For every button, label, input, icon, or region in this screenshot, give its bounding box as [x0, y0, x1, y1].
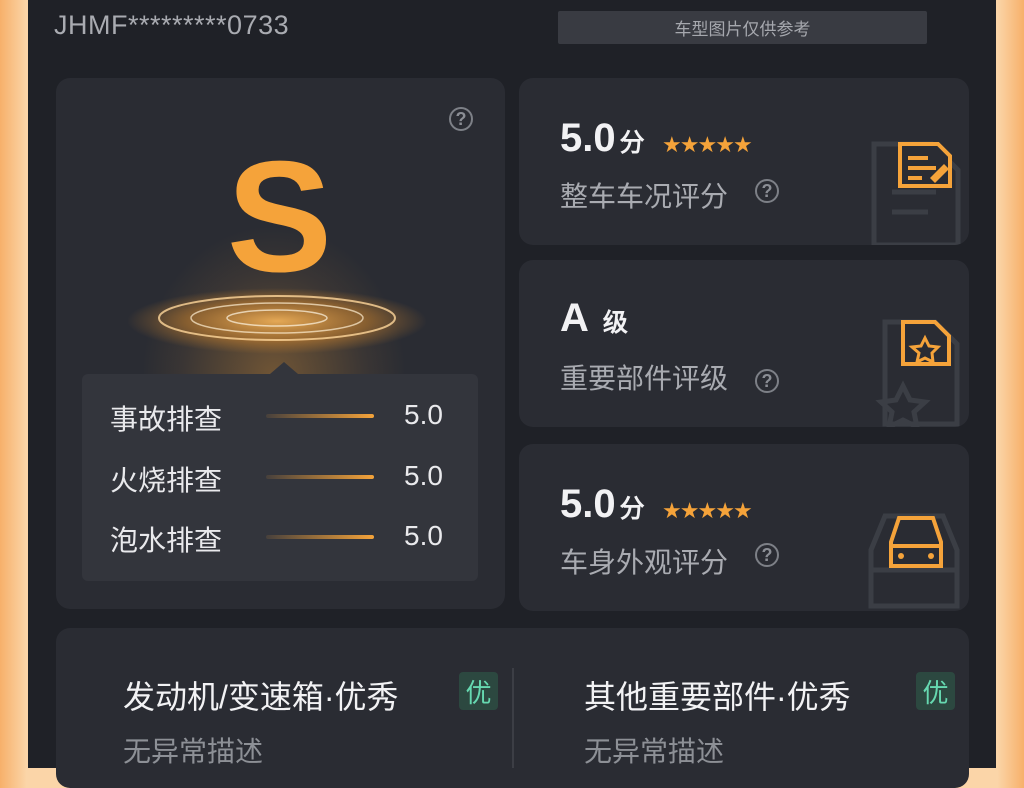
stat-row: 火烧排查 5.0 [82, 455, 478, 496]
star-icon: ★ [715, 132, 735, 157]
stat-label: 事故排查 [110, 404, 223, 435]
stat-row: 事故排查 5.0 [82, 394, 478, 435]
score-label: 重要部件评级 [560, 363, 729, 394]
excellent-badge: 优 [459, 672, 498, 710]
score-label: 车身外观评分 [560, 547, 729, 578]
other-parts-section-title: 其他重要部件·优秀 [584, 679, 851, 715]
star-icon: ★ [662, 498, 682, 523]
score-value: A级 [560, 296, 628, 340]
stat-row: 泡水排查 5.0 [82, 515, 478, 556]
stat-bar [266, 475, 374, 479]
car-front-icon [868, 513, 960, 609]
star-rating: ★★★★★ [662, 132, 753, 158]
score-value: 5.0 分 [560, 482, 645, 526]
vehicle-condition-card[interactable]: 5.0 分 ★★★★★ 整车车况评分 ? [519, 78, 969, 245]
component-summary-card: 发动机/变速箱·优秀 优 无异常描述 其他重要部件·优秀 优 无异常描述 [56, 628, 969, 788]
check-stats: 事故排查 5.0 火烧排查 5.0 泡水排查 5.0 [82, 362, 478, 581]
help-icon[interactable]: ? [755, 543, 779, 567]
stat-bar [266, 535, 374, 539]
engine-section-title: 发动机/变速箱·优秀 [123, 679, 399, 715]
engine-section-desc: 无异常描述 [123, 736, 264, 767]
score-value: 5.0 分 [560, 116, 645, 160]
stat-label: 火烧排查 [110, 465, 223, 496]
overall-grade: S [226, 129, 333, 305]
divider [512, 668, 514, 768]
overall-grade-card: ? S 事故排查 5.0 火烧排查 5.0 泡水排查 5.0 [56, 78, 505, 609]
stat-value: 5.0 [404, 399, 443, 430]
podium-glow [127, 288, 427, 354]
help-icon[interactable]: ? [755, 369, 779, 393]
stat-value: 5.0 [404, 460, 443, 491]
reference-note: 车型图片仅供参考 [558, 11, 927, 44]
help-icon[interactable]: ? [755, 179, 779, 203]
stat-value: 5.0 [404, 520, 443, 551]
stat-label: 泡水排查 [110, 525, 223, 556]
excellent-badge: 优 [916, 672, 955, 710]
report-panel: JHMF*********0733 车型图片仅供参考 ? S 事故排查 5.0 … [28, 0, 996, 788]
star-rating: ★★★★★ [662, 498, 753, 524]
document-edit-icon [871, 141, 961, 245]
star-icon: ★ [732, 132, 753, 157]
star-icon: ★ [662, 132, 682, 157]
document-star-icon [875, 319, 960, 427]
vin-number: JHMF*********0733 [54, 10, 290, 40]
star-icon: ★ [715, 498, 735, 523]
stat-bar [266, 414, 374, 418]
key-parts-card[interactable]: A级 重要部件评级 ? [519, 260, 969, 427]
other-parts-section-desc: 无异常描述 [584, 736, 725, 767]
star-icon: ★ [732, 498, 753, 523]
help-icon[interactable]: ? [449, 107, 473, 131]
body-appearance-card[interactable]: 5.0 分 ★★★★★ 车身外观评分 ? [519, 444, 969, 611]
score-label: 整车车况评分 [560, 181, 729, 212]
